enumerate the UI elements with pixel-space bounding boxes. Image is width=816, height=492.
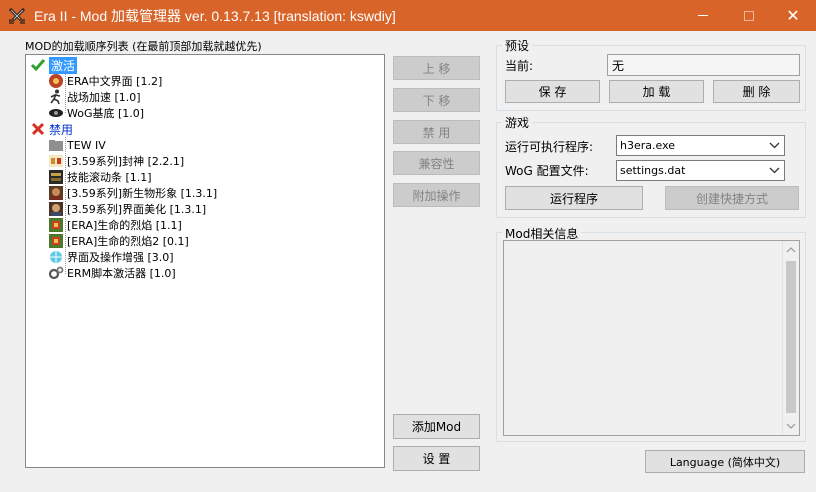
maximize-icon bbox=[744, 10, 754, 21]
close-icon: ✕ bbox=[786, 5, 800, 25]
mod-info-text[interactable] bbox=[503, 240, 800, 436]
game-group-label: 游戏 bbox=[502, 114, 533, 131]
scrollbar-thumb[interactable] bbox=[786, 261, 796, 413]
extra-actions-button[interactable]: 附加操作 bbox=[393, 183, 480, 207]
move-down-button[interactable]: 下 移 bbox=[393, 88, 480, 112]
creature-portrait-icon bbox=[48, 185, 64, 201]
run-program-button[interactable]: 运行程序 bbox=[505, 186, 643, 210]
load-preset-button[interactable]: 加 载 bbox=[609, 80, 704, 103]
mod-item[interactable]: 技能滚动条 [1.1] bbox=[48, 169, 152, 185]
current-preset-label: 当前: bbox=[505, 59, 534, 73]
mod-item[interactable]: TEW IV bbox=[48, 137, 106, 153]
mod-label: [ERA]生命的烈焰2 [0.1] bbox=[67, 235, 189, 248]
mod-label: 战场加速 [1.0] bbox=[67, 91, 141, 104]
mod-list-tree[interactable]: 激活 ERA中文界面 [1.2] 战场加速 [1.0] WoG基底 [1.0] … bbox=[25, 54, 385, 468]
disable-button[interactable]: 禁 用 bbox=[393, 120, 480, 144]
gears-icon bbox=[48, 265, 64, 281]
minimize-button[interactable] bbox=[680, 0, 726, 31]
mod-list-caption: MOD的加载顺序列表 (在最前顶部加载就越优先) bbox=[25, 40, 262, 53]
window-title: Era II - Mod 加载管理器 ver. 0.13.7.13 [trans… bbox=[34, 7, 396, 24]
mod-item[interactable]: [ERA]生命的烈焰 [1.1] bbox=[48, 217, 182, 233]
move-up-button[interactable]: 上 移 bbox=[393, 56, 480, 80]
chevron-down-icon bbox=[769, 142, 780, 149]
create-shortcut-button[interactable]: 创建快捷方式 bbox=[665, 186, 799, 210]
minimize-icon bbox=[698, 15, 708, 16]
chevron-down-icon bbox=[769, 167, 780, 174]
mod-label: 技能滚动条 [1.1] bbox=[67, 171, 152, 184]
mod-label: [3.59系列]新生物形象 [1.3.1] bbox=[67, 187, 218, 200]
mod-info-scrollbar[interactable] bbox=[782, 241, 799, 435]
group-disabled[interactable]: 禁用 bbox=[30, 121, 73, 137]
mod-item[interactable]: [3.59系列]新生物形象 [1.3.1] bbox=[48, 185, 217, 201]
group-active[interactable]: 激活 bbox=[30, 56, 78, 74]
wog-config-value: settings.dat bbox=[620, 164, 686, 177]
mod-label: [ERA]生命的烈焰 [1.1] bbox=[67, 219, 182, 232]
wog-config-select[interactable]: settings.dat bbox=[616, 160, 785, 181]
mod-item[interactable]: [3.59系列]封神 [2.2.1] bbox=[48, 153, 184, 169]
globe-icon bbox=[48, 249, 64, 265]
close-button[interactable]: ✕ bbox=[770, 0, 816, 31]
language-button[interactable]: Language (简体中文) bbox=[645, 450, 805, 473]
mod-item[interactable]: [ERA]生命的烈焰2 [0.1] bbox=[48, 233, 189, 249]
scroll-up-icon[interactable] bbox=[786, 245, 796, 255]
mod-label: ERA中文界面 [1.2] bbox=[67, 75, 163, 88]
folder-icon bbox=[48, 137, 64, 153]
mod-label: [3.59系列]界面美化 [1.3.1] bbox=[67, 203, 207, 216]
add-mod-button[interactable]: 添加Mod bbox=[393, 414, 480, 439]
mod-label: WoG基底 [1.0] bbox=[67, 107, 145, 120]
mod-item[interactable]: ERA中文界面 [1.2] bbox=[48, 73, 162, 89]
delete-preset-button[interactable]: 删 除 bbox=[713, 80, 800, 103]
crossed-swords-icon bbox=[8, 7, 26, 25]
flame-tile-icon bbox=[48, 217, 64, 233]
flame-tile-icon bbox=[48, 233, 64, 249]
era-ui-icon bbox=[48, 73, 64, 89]
title-bar[interactable]: Era II - Mod 加载管理器 ver. 0.13.7.13 [trans… bbox=[0, 0, 816, 31]
group-label: 激活 bbox=[49, 56, 78, 74]
check-icon bbox=[30, 57, 46, 73]
mod-item[interactable]: 战场加速 [1.0] bbox=[48, 89, 141, 105]
running-man-icon bbox=[48, 89, 64, 105]
current-preset-field[interactable]: 无 bbox=[607, 54, 800, 76]
mod-label: 界面及操作增强 [3.0] bbox=[67, 251, 174, 264]
preset-group-label: 预设 bbox=[502, 37, 533, 54]
save-preset-button[interactable]: 保 存 bbox=[505, 80, 600, 103]
executable-value: h3era.exe bbox=[620, 139, 676, 152]
creature-portrait-icon bbox=[48, 201, 64, 217]
maximize-button[interactable] bbox=[726, 0, 772, 31]
mod-label: ERM脚本激活器 [1.0] bbox=[67, 267, 176, 280]
cross-icon bbox=[30, 121, 46, 137]
mod-item[interactable]: ERM脚本激活器 [1.0] bbox=[48, 265, 176, 281]
compatibility-button[interactable]: 兼容性 bbox=[393, 151, 480, 175]
mod-item[interactable]: WoG基底 [1.0] bbox=[48, 105, 144, 121]
fengshen-icon bbox=[48, 153, 64, 169]
scroll-down-icon[interactable] bbox=[786, 421, 796, 431]
wog-eye-icon bbox=[48, 105, 64, 121]
executable-label: 运行可执行程序: bbox=[505, 140, 594, 154]
group-label: 禁用 bbox=[49, 122, 74, 137]
mod-item[interactable]: 界面及操作增强 [3.0] bbox=[48, 249, 174, 265]
settings-button[interactable]: 设 置 bbox=[393, 446, 480, 471]
mod-label: [3.59系列]封神 [2.2.1] bbox=[67, 155, 185, 168]
executable-select[interactable]: h3era.exe bbox=[616, 135, 785, 156]
mod-label: TEW IV bbox=[67, 138, 106, 152]
mod-item[interactable]: [3.59系列]界面美化 [1.3.1] bbox=[48, 201, 206, 217]
wog-config-label: WoG 配置文件: bbox=[505, 164, 589, 178]
scroll-icon bbox=[48, 169, 64, 185]
